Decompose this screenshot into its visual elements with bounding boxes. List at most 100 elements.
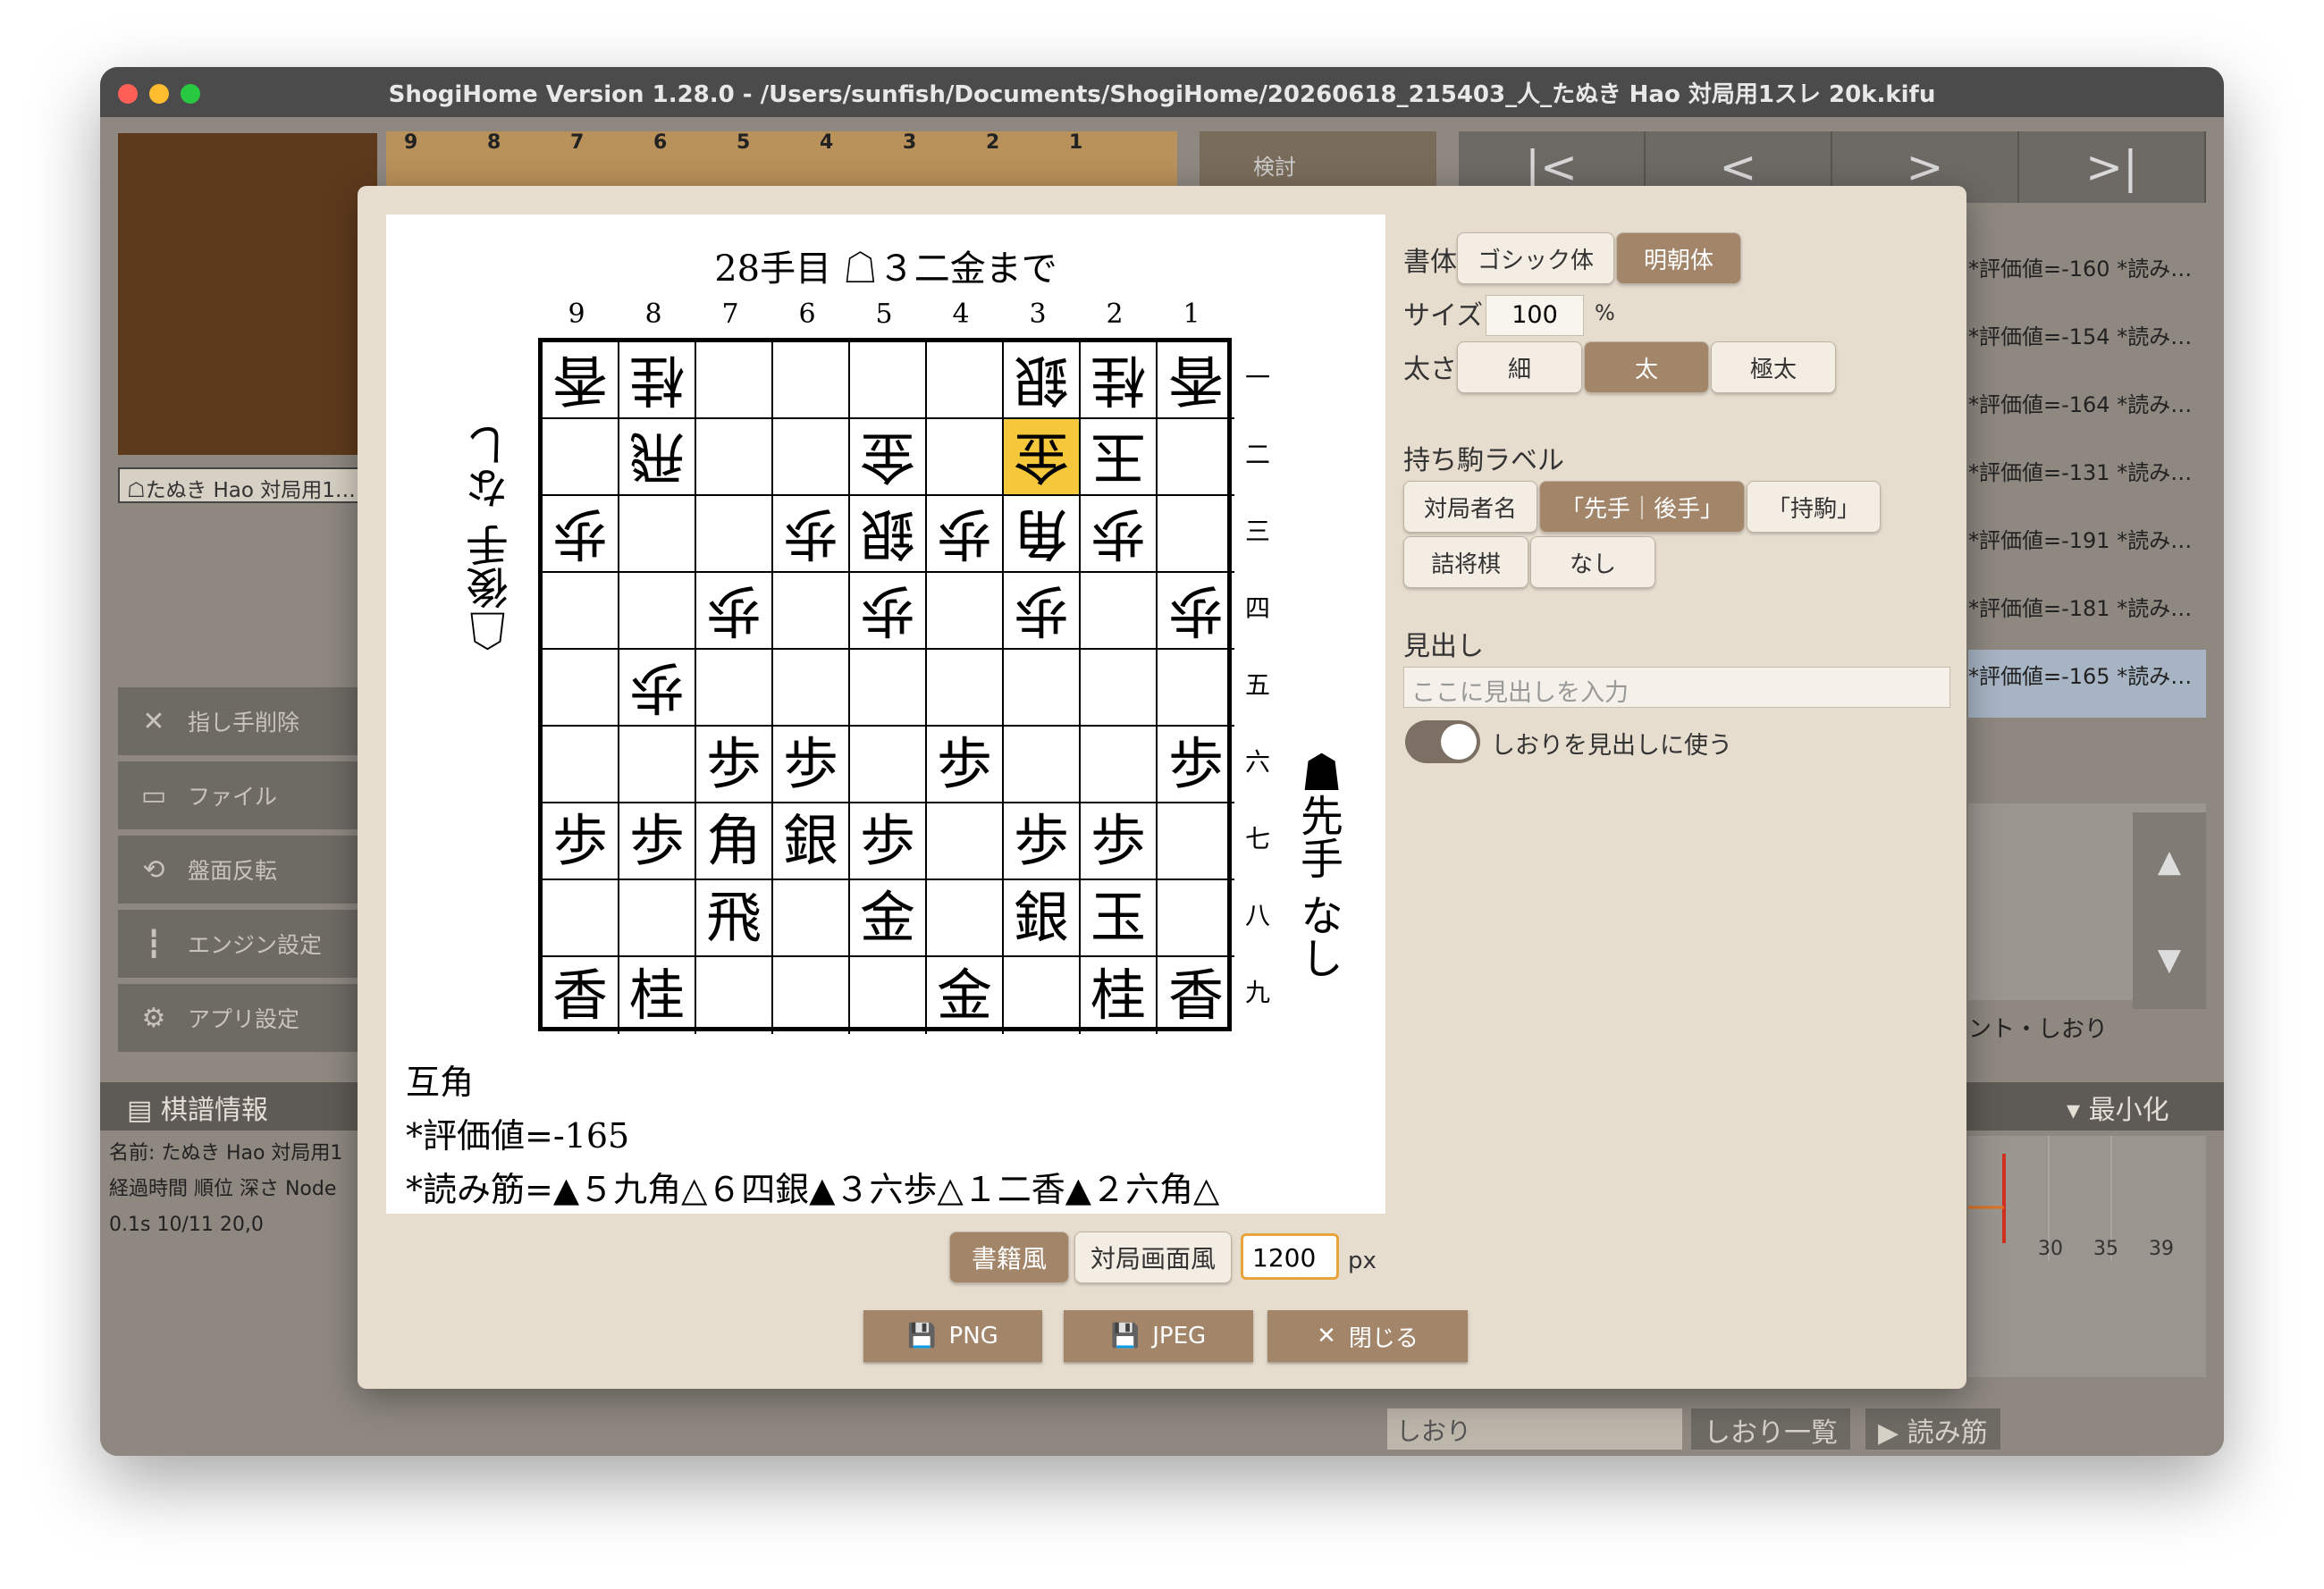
hand-label-option-2[interactable]: 「持駒」 — [1747, 481, 1881, 533]
board-square[interactable]: 歩 — [773, 496, 850, 573]
board-square[interactable]: 歩 — [696, 727, 773, 803]
board-square[interactable]: 玉 — [1081, 419, 1158, 496]
board-square[interactable] — [927, 342, 1004, 419]
board-square[interactable]: 銀 — [1004, 342, 1081, 419]
board-square[interactable]: 玉 — [1081, 880, 1158, 957]
action-button-閉じる[interactable]: ✕ 閉じる — [1267, 1310, 1468, 1362]
board-square[interactable] — [619, 880, 696, 957]
sidebar-button-4[interactable]: ⚙ アプリ設定 — [118, 984, 359, 1052]
board-square[interactable] — [1158, 803, 1234, 880]
minimize-button[interactable]: ▾ 最小化 — [2067, 1088, 2169, 1127]
board-square[interactable] — [1158, 419, 1234, 496]
sidebar-button-1[interactable]: ▭ ファイル — [118, 761, 359, 829]
board-square[interactable] — [696, 342, 773, 419]
board-square[interactable] — [619, 727, 696, 803]
board-square[interactable] — [1004, 650, 1081, 727]
size-input[interactable]: 100 — [1486, 295, 1584, 336]
board-square[interactable]: 香 — [1158, 957, 1234, 1034]
board-square[interactable] — [773, 342, 850, 419]
zoom-window-button[interactable] — [181, 84, 200, 104]
board-square[interactable]: 香 — [543, 957, 619, 1034]
board-square[interactable]: 歩 — [1081, 803, 1158, 880]
kifu-info-tab[interactable]: ▤ 棋譜情報 — [127, 1088, 268, 1127]
weight-option-2[interactable]: 極太 — [1711, 341, 1836, 393]
board-square[interactable]: 金 — [850, 419, 927, 496]
board-square[interactable] — [543, 727, 619, 803]
nav-button-3[interactable]: >| — [2019, 131, 2206, 203]
board-square[interactable]: 香 — [543, 342, 619, 419]
board-square[interactable] — [850, 650, 927, 727]
board-square[interactable]: 香 — [1158, 342, 1234, 419]
record-item[interactable]: *評価値=-154 *読み… — [1968, 310, 2206, 378]
board-square[interactable]: 歩 — [1081, 496, 1158, 573]
comment-tab-label[interactable]: ント・しおり — [1968, 1011, 2108, 1044]
board-square[interactable]: 歩 — [619, 650, 696, 727]
sidebar-button-2[interactable]: ⟲ 盤面反転 — [118, 836, 359, 904]
board-square[interactable] — [773, 880, 850, 957]
board-square[interactable] — [927, 419, 1004, 496]
board-square[interactable] — [543, 650, 619, 727]
board-square[interactable]: 歩 — [1158, 573, 1234, 650]
board-square[interactable] — [543, 419, 619, 496]
board-square[interactable] — [773, 650, 850, 727]
board-square[interactable] — [850, 342, 927, 419]
board-square[interactable] — [1004, 727, 1081, 803]
board-square[interactable]: 桂 — [619, 342, 696, 419]
hand-label-option-3[interactable]: 詰将棋 — [1403, 536, 1528, 588]
action-button-JPEG[interactable]: 💾 JPEG — [1064, 1310, 1253, 1362]
weight-option-0[interactable]: 細 — [1457, 341, 1582, 393]
board-square[interactable]: 銀 — [850, 496, 927, 573]
style-option-1[interactable]: 対局画面風 — [1074, 1232, 1232, 1283]
board-square[interactable] — [619, 573, 696, 650]
font-option-1[interactable]: 明朝体 — [1616, 232, 1741, 284]
board-square[interactable] — [927, 650, 1004, 727]
pv-button[interactable]: ▶ 読み筋 — [1865, 1408, 2000, 1450]
board-square[interactable] — [1081, 573, 1158, 650]
board-square[interactable] — [773, 957, 850, 1034]
hand-label-option-0[interactable]: 対局者名 — [1403, 481, 1537, 533]
close-window-button[interactable] — [118, 84, 138, 104]
board-square[interactable] — [773, 573, 850, 650]
board-square[interactable]: 歩 — [1004, 803, 1081, 880]
scroll-down-icon[interactable]: ▼ — [2133, 911, 2206, 1009]
weight-option-1[interactable]: 太 — [1584, 341, 1709, 393]
board-square[interactable]: 歩 — [619, 803, 696, 880]
board-square[interactable] — [696, 419, 773, 496]
board-square[interactable]: 歩 — [927, 496, 1004, 573]
board-square[interactable]: 歩 — [927, 727, 1004, 803]
hand-label-option-1[interactable]: 「先手｜後手」 — [1539, 481, 1745, 533]
board-square[interactable]: 歩 — [1158, 727, 1234, 803]
board-square[interactable]: 桂 — [1081, 957, 1158, 1034]
board-square[interactable] — [543, 573, 619, 650]
action-button-PNG[interactable]: 💾 PNG — [863, 1310, 1042, 1362]
record-item[interactable]: *評価値=-165 *読み… — [1968, 650, 2206, 718]
board-square[interactable] — [927, 573, 1004, 650]
board-square[interactable]: 歩 — [850, 573, 927, 650]
record-item[interactable]: *評価値=-131 *読み… — [1968, 446, 2206, 514]
board-square[interactable]: 歩 — [850, 803, 927, 880]
board-square[interactable] — [773, 419, 850, 496]
board-square[interactable] — [1081, 727, 1158, 803]
record-item[interactable]: *評価値=-160 *読み… — [1968, 242, 2206, 310]
board-square[interactable] — [850, 727, 927, 803]
board-square[interactable] — [1158, 650, 1234, 727]
style-option-0[interactable]: 書籍風 — [949, 1232, 1069, 1283]
tab-analysis[interactable]: 検討 — [1200, 131, 1436, 190]
board-square[interactable] — [1158, 496, 1234, 573]
sidebar-button-0[interactable]: ✕ 指し手削除 — [118, 687, 359, 755]
bookmark-list-button[interactable]: しおり一覧 — [1691, 1408, 1850, 1450]
board-square[interactable] — [850, 957, 927, 1034]
board-square[interactable] — [696, 957, 773, 1034]
board-square[interactable] — [1158, 880, 1234, 957]
board-square[interactable]: 桂 — [619, 957, 696, 1034]
record-item[interactable]: *評価値=-181 *読み… — [1968, 582, 2206, 650]
board-square[interactable]: 銀 — [1004, 880, 1081, 957]
board-square[interactable]: 歩 — [543, 803, 619, 880]
board-square[interactable] — [696, 650, 773, 727]
board-square[interactable]: 桂 — [1081, 342, 1158, 419]
heading-input[interactable]: ここに見出しを入力 — [1403, 667, 1950, 708]
board-square[interactable]: 角 — [1004, 496, 1081, 573]
bookmark-input[interactable]: しおり — [1387, 1408, 1682, 1450]
board-square[interactable] — [696, 496, 773, 573]
board-square[interactable]: 金 — [850, 880, 927, 957]
